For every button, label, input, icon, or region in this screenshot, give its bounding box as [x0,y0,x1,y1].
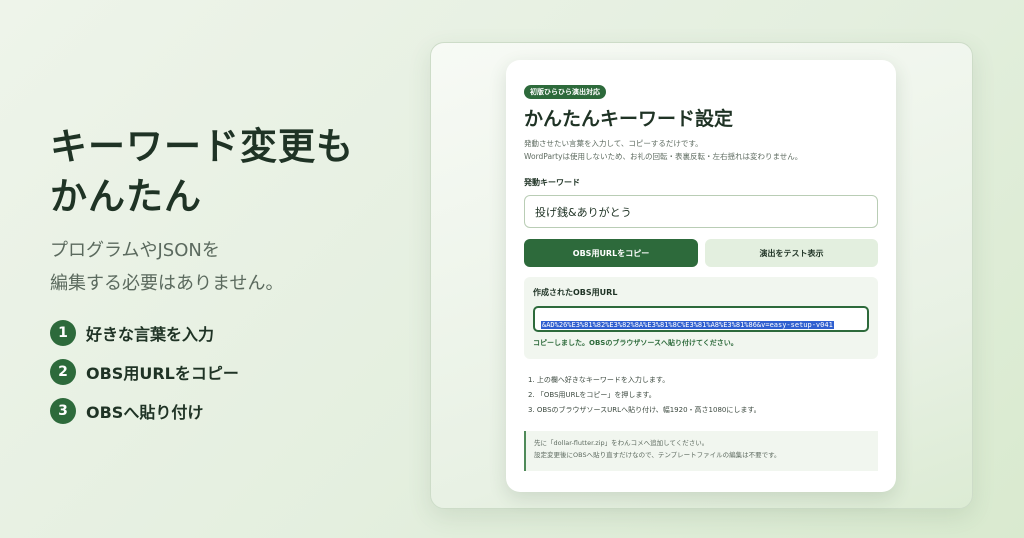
hero-subtitle-line1: プログラムやJSONを [50,240,220,261]
copy-url-button[interactable]: OBS用URLをコピー [524,239,698,267]
hero-section: キーワード変更も かんたん プログラムやJSONを 編集する必要はありません。 … [50,122,390,437]
card-description: 発動させたい言葉を入力して、コピーするだけです。 WordPartyは使用しない… [524,137,878,163]
copy-status-message: コピーしました。OBSのブラウザソースへ貼り付けてください。 [533,339,738,347]
instruction-item: 3. OBSのブラウザソースURLへ貼り付け、幅1920・高さ1080にします。 [528,406,761,414]
step-label: 好きな言葉を入力 [86,325,215,344]
card-description-line2: WordPartyは使用しないため、お礼の回転・表裏反転・左右揺れは変わりません… [524,152,803,161]
step-item: 2 OBS用URLをコピー [50,359,390,385]
generated-url-text: &AD%26%E3%81%82%E3%82%8A%E3%81%8C%E3%81%… [541,321,834,329]
hero-subtitle-line2: 編集する必要はありません。 [50,273,284,294]
setup-note: 先に「dollar-flutter.zip」をわんコメへ追加してください。 設定… [524,431,878,471]
version-badge: 初版ひらひら演出対応 [524,85,606,99]
step-label: OBSへ貼り付け [86,403,204,422]
hero-subtitle: プログラムやJSONを 編集する必要はありません。 [50,234,390,300]
instruction-item: 2. 「OBS用URLをコピー」を押します。 [528,391,656,399]
step-label: OBS用URLをコピー [86,364,239,383]
setup-note-line1: 先に「dollar-flutter.zip」をわんコメへ追加してください。 [534,439,709,447]
step-number-badge: 1 [50,320,76,346]
test-effect-button[interactable]: 演出をテスト表示 [705,239,878,267]
card-description-line1: 発動させたい言葉を入力して、コピーするだけです。 [524,139,703,148]
steps-list: 1 好きな言葉を入力 2 OBS用URLをコピー 3 OBSへ貼り付け [50,320,390,424]
step-number-badge: 2 [50,359,76,385]
step-item: 1 好きな言葉を入力 [50,320,390,346]
action-buttons: OBS用URLをコピー 演出をテスト表示 [524,239,878,267]
step-number-badge: 3 [50,398,76,424]
instruction-item: 1. 上の欄へ好きなキーワードを入力します。 [528,376,670,384]
card-title: かんたんキーワード設定 [524,108,734,130]
hero-title-line2: かんたん [50,175,202,218]
hero-title: キーワード変更も かんたん [50,122,390,222]
step-item: 3 OBSへ貼り付け [50,398,390,424]
setup-note-line2: 設定変更後にOBSへ貼り直すだけなので、テンプレートファイルの編集は不要です。 [534,451,781,459]
keyword-input[interactable] [524,195,878,228]
hero-title-line1: キーワード変更も [50,125,354,168]
generated-url-label: 作成されたOBS用URL [533,288,618,297]
keyword-label: 発動キーワード [524,178,580,187]
instructions-list: 1. 上の欄へ好きなキーワードを入力します。 2. 「OBS用URLをコピー」を… [524,373,878,418]
settings-card: 初版ひらひら演出対応 かんたんキーワード設定 発動させたい言葉を入力して、コピー… [506,60,896,492]
generated-url-field[interactable]: &AD%26%E3%81%82%E3%82%8A%E3%81%8C%E3%81%… [533,306,869,332]
generated-url-panel: 作成されたOBS用URL &AD%26%E3%81%82%E3%82%8A%E3… [524,277,878,359]
